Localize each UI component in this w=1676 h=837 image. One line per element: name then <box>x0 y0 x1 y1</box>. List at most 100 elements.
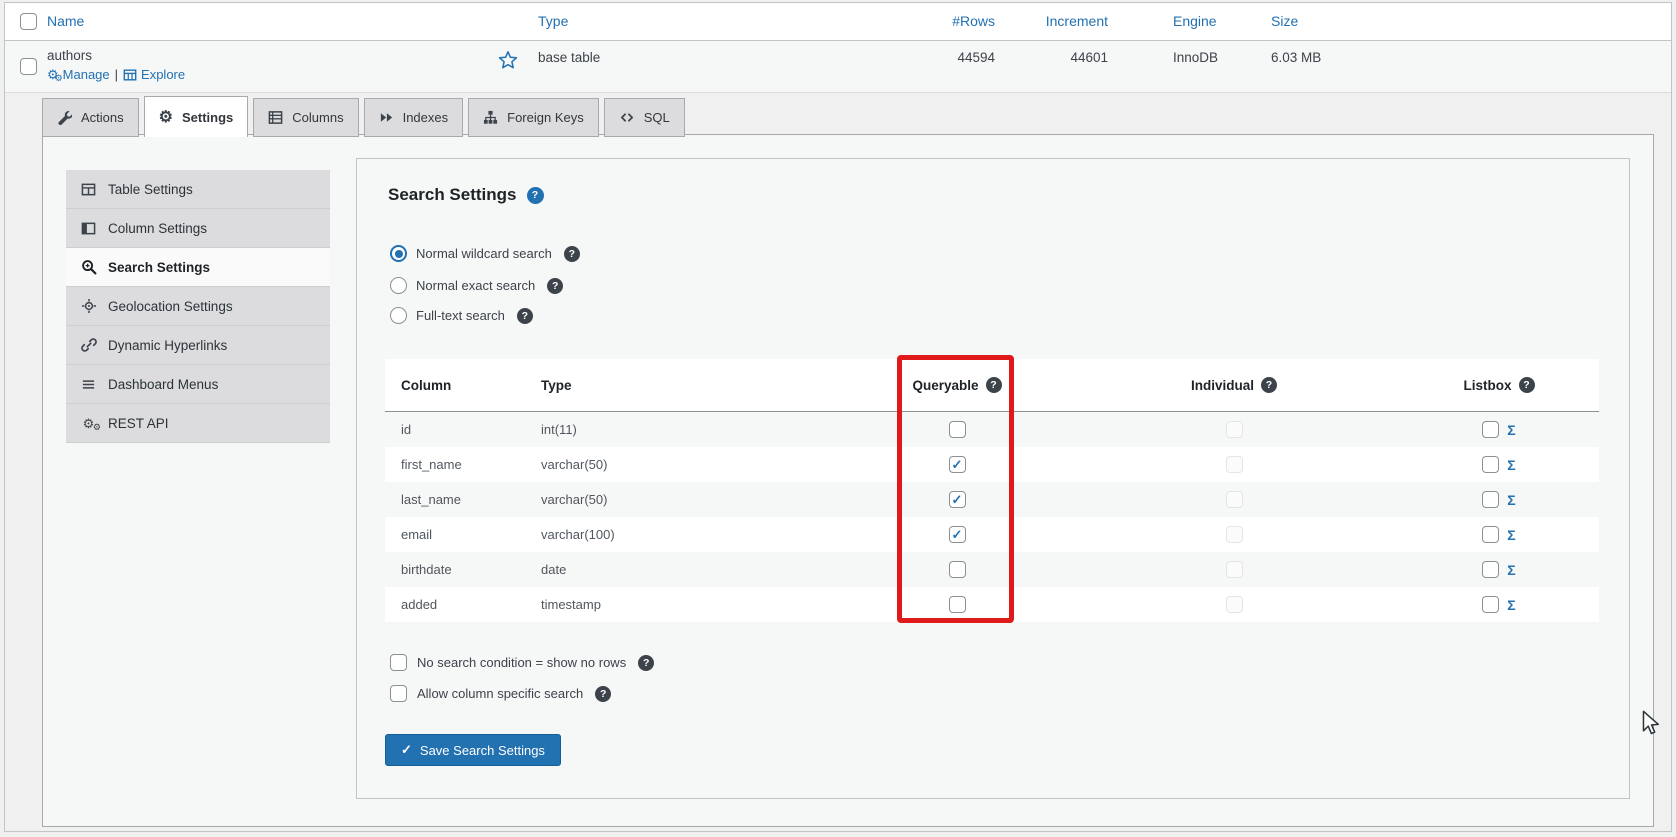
table-row: last_name varchar(50) Σ <box>385 482 1599 517</box>
queryable-checkbox[interactable] <box>948 596 966 613</box>
tab-bar: Actions ⚙ Settings Columns Indexes Forei… <box>42 96 685 137</box>
help-icon[interactable]: ? <box>985 377 1002 393</box>
row-select-checkbox[interactable] <box>20 58 37 75</box>
help-icon[interactable]: ? <box>526 186 544 204</box>
individual-checkbox <box>1225 491 1243 508</box>
cell-column: birthdate <box>401 562 452 577</box>
table-row: birthdate date Σ <box>385 552 1599 587</box>
help-icon[interactable]: ? <box>547 277 564 294</box>
listbox-checkbox[interactable] <box>1482 526 1500 543</box>
sidebar-item-dynamic-hyperlinks[interactable]: Dynamic Hyperlinks <box>66 326 330 365</box>
option-checkbox[interactable] <box>390 654 407 671</box>
gear-icon: ⚙ <box>158 109 173 126</box>
cell-type: timestamp <box>541 597 601 612</box>
search-icon <box>80 259 97 275</box>
manage-gears-icon: ⚙ ⚙ <box>47 67 63 83</box>
column-header-rows[interactable]: #Rows <box>895 13 995 29</box>
column-header-engine[interactable]: Engine <box>1173 13 1217 29</box>
queryable-checkbox[interactable] <box>948 456 966 473</box>
sigma-icon[interactable]: Σ <box>1507 422 1515 438</box>
sigma-icon[interactable]: Σ <box>1507 457 1515 473</box>
radio-fulltext: Full-text search ? <box>390 307 533 324</box>
favorite-star-icon[interactable] <box>498 50 518 70</box>
listbox-checkbox[interactable] <box>1482 561 1500 578</box>
table-engine: InnoDB <box>1173 50 1219 65</box>
cell-type: int(11) <box>541 422 577 437</box>
help-icon[interactable]: ? <box>638 654 655 671</box>
tab-indexes[interactable]: Indexes <box>363 98 464 137</box>
radio-button[interactable] <box>390 245 407 262</box>
help-icon[interactable]: ? <box>516 307 533 324</box>
column-header-increment[interactable]: Increment <box>1005 13 1108 29</box>
option-checkbox[interactable] <box>390 685 407 702</box>
gears-icon: ⚙ ⚙ <box>82 415 101 432</box>
column-header-name[interactable]: Name <box>47 13 84 29</box>
individual-checkbox <box>1225 421 1243 438</box>
table-row: id int(11) Σ <box>385 412 1599 447</box>
settings-sidebar: Table Settings Column Settings Search Se… <box>66 170 330 443</box>
column-header-size[interactable]: Size <box>1271 13 1298 29</box>
table-icon <box>80 182 97 197</box>
select-all-checkbox[interactable] <box>20 13 37 30</box>
radio-normal-wildcard: Normal wildcard search ? <box>390 245 580 262</box>
cell-column: id <box>401 422 412 437</box>
sidebar-item-column-settings[interactable]: Column Settings <box>66 209 330 248</box>
table-row: first_name varchar(50) Σ <box>385 447 1599 482</box>
row-actions: ⚙ ⚙ Manage | Explore <box>47 67 185 83</box>
sigma-icon[interactable]: Σ <box>1507 492 1515 508</box>
sidebar-item-rest-api[interactable]: ⚙ ⚙ REST API <box>66 404 330 443</box>
save-search-settings-button[interactable]: ✓ Save Search Settings <box>385 734 561 766</box>
table-row-authors: authors ⚙ ⚙ Manage | Explore base table 4… <box>5 41 1671 93</box>
radio-button[interactable] <box>390 277 407 294</box>
link-separator: | <box>114 67 119 82</box>
cell-column: added <box>401 597 438 612</box>
table-type: base table <box>538 50 601 65</box>
radio-button[interactable] <box>390 307 407 324</box>
sigma-icon[interactable]: Σ <box>1507 527 1515 543</box>
queryable-checkbox[interactable] <box>948 561 966 578</box>
tab-foreign-keys[interactable]: Foreign Keys <box>468 98 599 137</box>
sidebar-item-search-settings[interactable]: Search Settings <box>66 248 330 287</box>
option-label: No search condition = show no rows <box>417 655 627 670</box>
help-icon[interactable]: ? <box>1261 377 1277 393</box>
manage-link[interactable]: ⚙ ⚙ Manage <box>47 67 110 83</box>
tab-settings[interactable]: ⚙ Settings <box>143 96 249 137</box>
sigma-icon[interactable]: Σ <box>1507 562 1515 578</box>
sitemap-icon <box>483 110 498 125</box>
sidebar-item-table-settings[interactable]: Table Settings <box>66 170 330 209</box>
sidebar-item-dashboard-menus[interactable]: Dashboard Menus <box>66 365 330 404</box>
queryable-checkbox[interactable] <box>948 421 966 438</box>
queryable-checkbox[interactable] <box>948 526 966 543</box>
explore-link[interactable]: Explore <box>123 67 185 82</box>
individual-checkbox <box>1225 596 1243 613</box>
app-screen: Name Type #Rows Increment Engine Size au… <box>0 0 1676 837</box>
fast-forward-icon <box>379 110 394 125</box>
help-icon[interactable]: ? <box>1518 377 1535 393</box>
sigma-icon[interactable]: Σ <box>1507 597 1515 613</box>
help-icon[interactable]: ? <box>563 245 580 262</box>
radio-label: Normal exact search <box>416 278 536 293</box>
listbox-checkbox[interactable] <box>1482 456 1500 473</box>
header-type: Type <box>541 377 572 393</box>
cell-type: date <box>541 562 567 577</box>
sidebar-item-geolocation-settings[interactable]: Geolocation Settings <box>66 287 330 326</box>
header-column: Column <box>401 377 452 393</box>
radio-label: Normal wildcard search <box>416 246 552 261</box>
tab-columns[interactable]: Columns <box>253 98 359 137</box>
listbox-checkbox[interactable] <box>1482 491 1500 508</box>
tab-sql[interactable]: SQL <box>603 98 685 137</box>
help-icon[interactable]: ? <box>595 685 612 702</box>
option-label: Allow column specific search <box>417 686 584 701</box>
code-icon <box>619 110 635 125</box>
individual-checkbox <box>1225 561 1243 578</box>
search-settings-panel: Search Settings ? Normal wildcard search… <box>356 158 1630 799</box>
column-header-type[interactable]: Type <box>538 13 568 29</box>
table-list-header: Name Type #Rows Increment Engine Size <box>5 3 1671 41</box>
tab-actions[interactable]: Actions <box>42 98 139 137</box>
table-size: 6.03 MB <box>1271 50 1322 65</box>
listbox-checkbox[interactable] <box>1482 596 1500 613</box>
queryable-checkbox[interactable] <box>948 491 966 508</box>
link-icon <box>80 337 97 353</box>
listbox-checkbox[interactable] <box>1482 421 1500 438</box>
wrench-icon <box>57 110 72 125</box>
